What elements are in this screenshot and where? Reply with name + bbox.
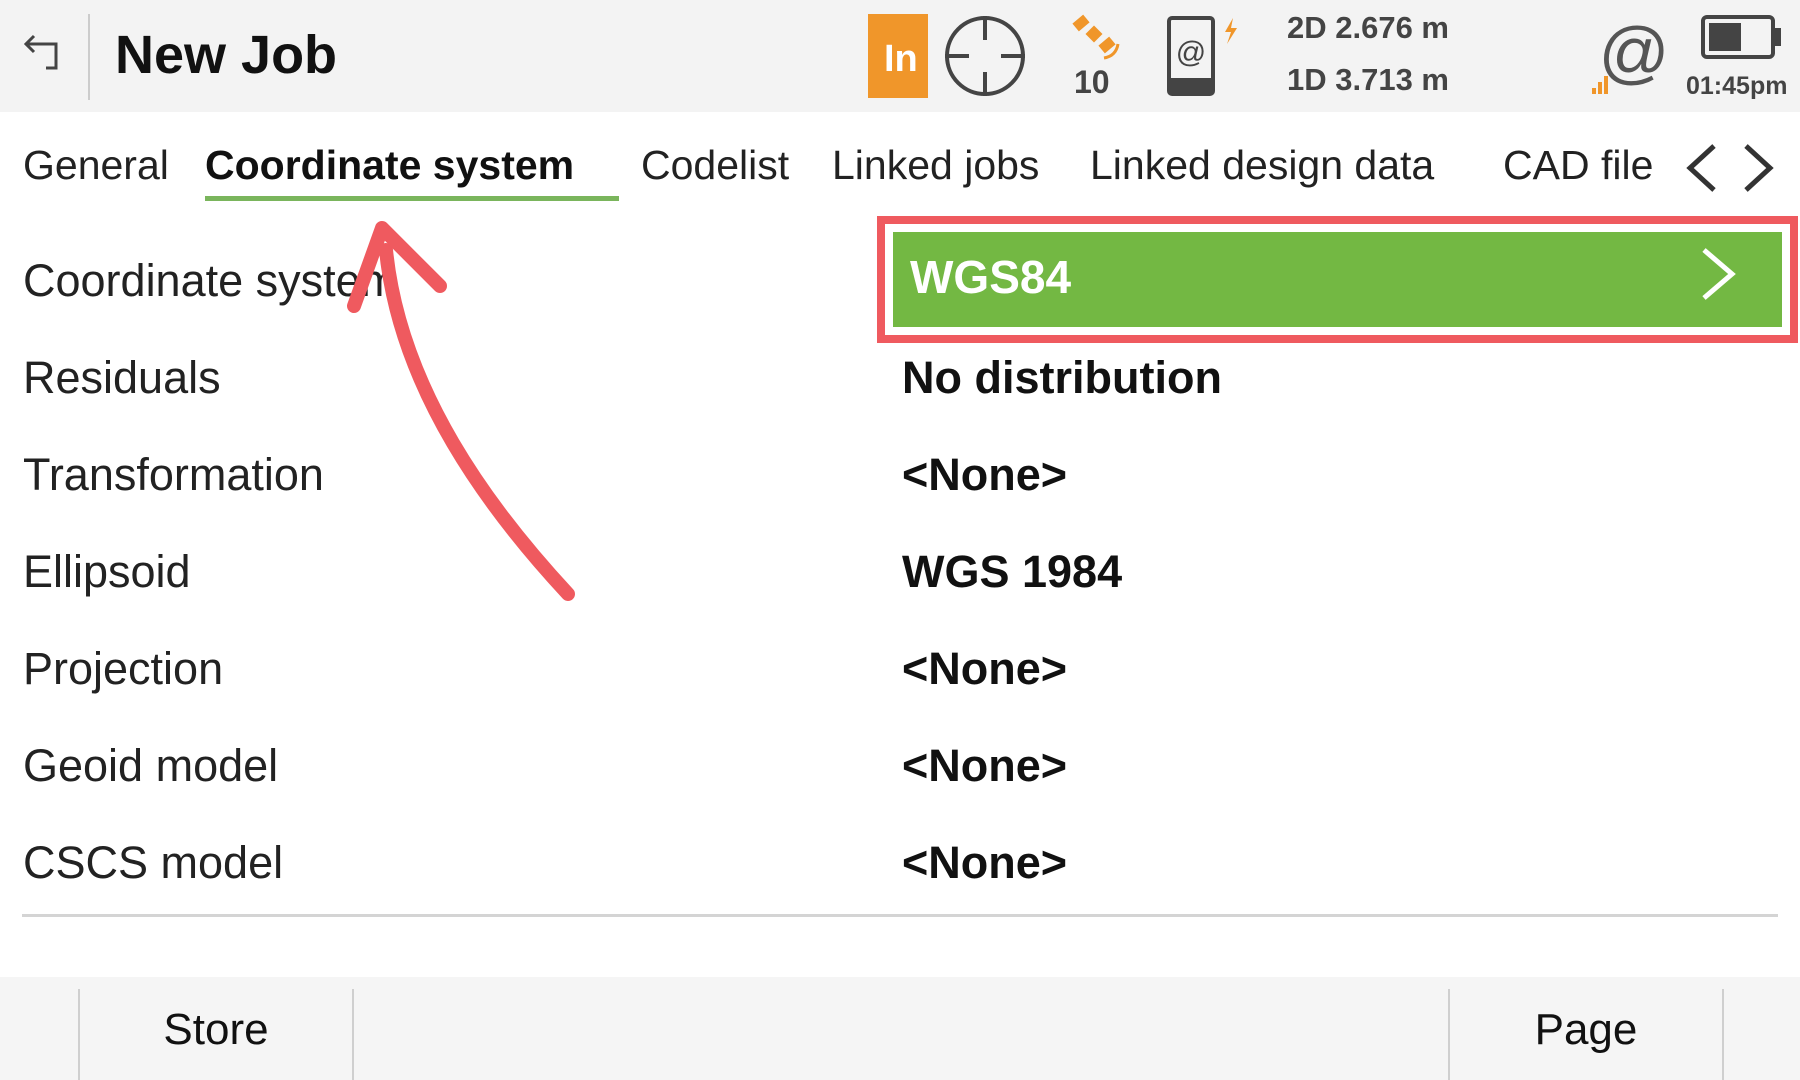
field-label: Geoid model	[23, 740, 279, 791]
accuracy-1d: 1D 3.713 m	[1287, 62, 1449, 97]
chevron-left-icon[interactable]	[1682, 142, 1722, 194]
field-value[interactable]: <None>	[902, 643, 1067, 695]
tab-cad-file[interactable]: CAD file	[1503, 142, 1660, 189]
satellite-icon[interactable]	[1070, 12, 1122, 62]
annotation-arrow	[347, 221, 575, 601]
store-button[interactable]: Store	[80, 1005, 352, 1055]
device-connection-icon[interactable]: @	[1165, 14, 1245, 98]
back-icon[interactable]	[22, 30, 68, 74]
tab-bar: General Coordinate system Codelist Linke…	[0, 112, 1800, 212]
tab-general[interactable]: General	[23, 142, 169, 189]
content-divider	[22, 914, 1778, 917]
field-value[interactable]: <None>	[902, 740, 1067, 792]
tab-linked-design-data[interactable]: Linked design data	[1090, 142, 1434, 189]
footer-divider	[352, 989, 354, 1080]
svg-text:@: @	[1598, 18, 1668, 91]
footer-bar: Store Page	[0, 977, 1800, 1080]
chevron-right-icon	[1702, 248, 1736, 300]
field-label: Ellipsoid	[23, 546, 191, 597]
coordinate-system-selector[interactable]: WGS84	[893, 232, 1782, 327]
field-row-residuals: Residuals No distribution	[0, 330, 1800, 427]
page-title: New Job	[115, 25, 338, 85]
crosshair-icon[interactable]	[943, 14, 1027, 98]
accuracy-2d: 2D 2.676 m	[1287, 10, 1449, 45]
tab-linked-jobs[interactable]: Linked jobs	[832, 142, 1039, 189]
satellite-count: 10	[1074, 64, 1110, 100]
coordinate-system-highlight: WGS84	[877, 216, 1798, 343]
footer-divider	[1722, 989, 1724, 1080]
tab-coordinate-system[interactable]: Coordinate system	[205, 142, 574, 189]
tab-codelist[interactable]: Codelist	[641, 142, 789, 189]
field-row-projection: Projection <None>	[0, 621, 1800, 718]
page-button[interactable]: Page	[1450, 1005, 1722, 1055]
field-label: CSCS model	[23, 837, 284, 888]
field-row-geoid-model: Geoid model <None>	[0, 718, 1800, 815]
field-label: Transformation	[23, 449, 324, 500]
field-row-cscs-model: CSCS model <None>	[0, 815, 1800, 912]
field-label: Residuals	[23, 352, 221, 403]
field-value[interactable]: <None>	[902, 449, 1067, 501]
field-value[interactable]: <None>	[902, 837, 1067, 889]
internet-connection-icon[interactable]: @	[1588, 18, 1668, 98]
field-value[interactable]: WGS 1984	[902, 546, 1122, 598]
battery-icon[interactable]	[1700, 14, 1784, 60]
coordinate-system-value: WGS84	[910, 251, 1072, 303]
field-label: Projection	[23, 643, 224, 694]
clock: 01:45pm	[1686, 72, 1788, 100]
field-value[interactable]: No distribution	[902, 352, 1222, 404]
svg-text:@: @	[1176, 36, 1206, 69]
field-row-ellipsoid: Ellipsoid WGS 1984	[0, 524, 1800, 621]
header-bar: New Job In 10 @ 2D 2.676 m 1D 3.713 m @ …	[0, 0, 1800, 112]
mode-badge[interactable]: In	[868, 14, 928, 98]
active-tab-underline	[205, 196, 619, 201]
field-row-transformation: Transformation <None>	[0, 427, 1800, 524]
header-divider	[88, 14, 90, 100]
chevron-right-icon[interactable]	[1738, 142, 1778, 194]
